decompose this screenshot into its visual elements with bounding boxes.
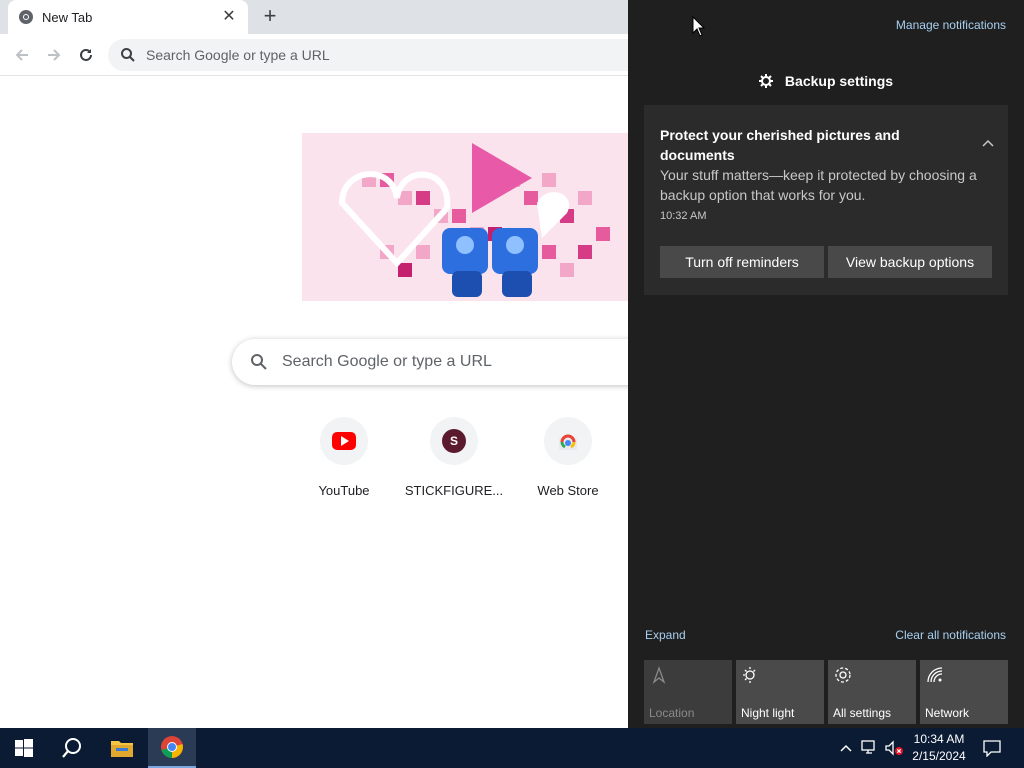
shortcut-web-store[interactable]: Web Store <box>512 417 624 498</box>
back-button[interactable] <box>10 43 34 67</box>
quick-action-location[interactable]: Location <box>644 660 732 724</box>
quick-action-all-settings[interactable]: All settings <box>828 660 916 724</box>
quick-action-label: Location <box>649 706 695 720</box>
manage-notifications-link[interactable]: Manage notifications <box>896 18 1006 32</box>
quick-action-network[interactable]: Network <box>920 660 1008 724</box>
shortcut-icon-circle: S <box>430 417 478 465</box>
gear-icon <box>835 667 851 683</box>
shortcut-stickfigure[interactable]: S STICKFIGURE... <box>398 417 510 498</box>
location-icon <box>652 666 666 684</box>
notification-app-name: Backup settings <box>784 73 894 89</box>
quick-action-night-light[interactable]: Night light <box>736 660 824 724</box>
network-tray-icon[interactable] <box>860 738 880 758</box>
mouse-cursor-icon <box>692 16 706 37</box>
file-explorer-button[interactable] <box>98 728 146 768</box>
quick-action-label: Network <box>925 706 970 720</box>
night-light-icon <box>743 667 756 683</box>
chrome-web-store-icon <box>559 434 577 450</box>
notification-card[interactable]: Protect your cherished pictures and docu… <box>644 105 1008 295</box>
notification-timestamp: 10:32 AM <box>660 210 707 222</box>
notification-icon <box>983 740 1001 757</box>
quick-action-label: All settings <box>833 706 892 720</box>
clock-time: 10:34 AM <box>913 732 965 746</box>
forward-button[interactable] <box>42 43 66 67</box>
youtube-icon <box>332 432 356 450</box>
shortcut-label: YouTube <box>318 483 370 498</box>
search-button[interactable] <box>48 728 96 768</box>
tab-title: New Tab <box>42 9 93 25</box>
notification-title: Protect your cherished pictures and docu… <box>660 127 900 163</box>
turn-off-reminders-button[interactable]: Turn off reminders <box>660 246 824 278</box>
quick-action-label: Night light <box>741 706 795 720</box>
action-center-panel: Manage notifications Backup settings Pro… <box>628 0 1024 728</box>
gear-icon <box>758 74 773 88</box>
new-tab-button[interactable]: + <box>258 5 282 29</box>
shortcut-label: STICKFIGURE... <box>404 483 504 498</box>
expand-link[interactable]: Expand <box>645 628 686 642</box>
clock-date: 2/15/2024 <box>912 749 966 763</box>
action-center-button[interactable] <box>982 738 1002 758</box>
reload-button[interactable] <box>74 43 98 67</box>
letter-s-icon: S <box>442 429 466 453</box>
ntp-search-placeholder: Search Google or type a URL <box>282 353 492 370</box>
taskbar: 10:34 AM 2/15/2024 <box>0 728 1024 768</box>
reload-icon <box>80 48 92 61</box>
search-icon <box>62 738 81 758</box>
search-icon <box>121 48 135 62</box>
windows-logo-icon <box>15 739 33 757</box>
back-arrow-icon <box>15 49 28 61</box>
notification-group-header[interactable]: Backup settings <box>628 73 1024 89</box>
google-doodle[interactable] <box>302 133 642 301</box>
show-hidden-icons-chevron-icon[interactable] <box>836 738 856 758</box>
notification-body: Your stuff matters—keep it protected by … <box>660 167 977 203</box>
shortcut-icon-circle <box>320 417 368 465</box>
tab-new-tab[interactable]: New Tab ✕ <box>8 0 248 34</box>
chrome-taskbar-button[interactable] <box>148 728 196 768</box>
network-icon <box>927 667 943 683</box>
folder-icon <box>111 741 133 757</box>
shortcut-icon-circle <box>544 417 592 465</box>
shortcut-youtube[interactable]: YouTube <box>288 417 400 498</box>
clear-all-notifications-link[interactable]: Clear all notifications <box>895 628 1006 642</box>
chrome-favicon-icon <box>18 9 34 25</box>
volume-muted-icon[interactable] <box>884 738 904 758</box>
start-button[interactable] <box>0 728 48 768</box>
system-clock[interactable]: 10:34 AM 2/15/2024 <box>906 731 972 765</box>
tab-close-button[interactable]: ✕ <box>220 8 238 26</box>
chrome-icon <box>161 736 183 758</box>
collapse-chevron-icon[interactable] <box>980 135 996 151</box>
forward-arrow-icon <box>48 49 61 61</box>
shortcut-label: Web Store <box>537 483 599 498</box>
search-icon <box>251 354 267 370</box>
view-backup-options-button[interactable]: View backup options <box>828 246 992 278</box>
address-bar-placeholder: Search Google or type a URL <box>146 47 330 63</box>
